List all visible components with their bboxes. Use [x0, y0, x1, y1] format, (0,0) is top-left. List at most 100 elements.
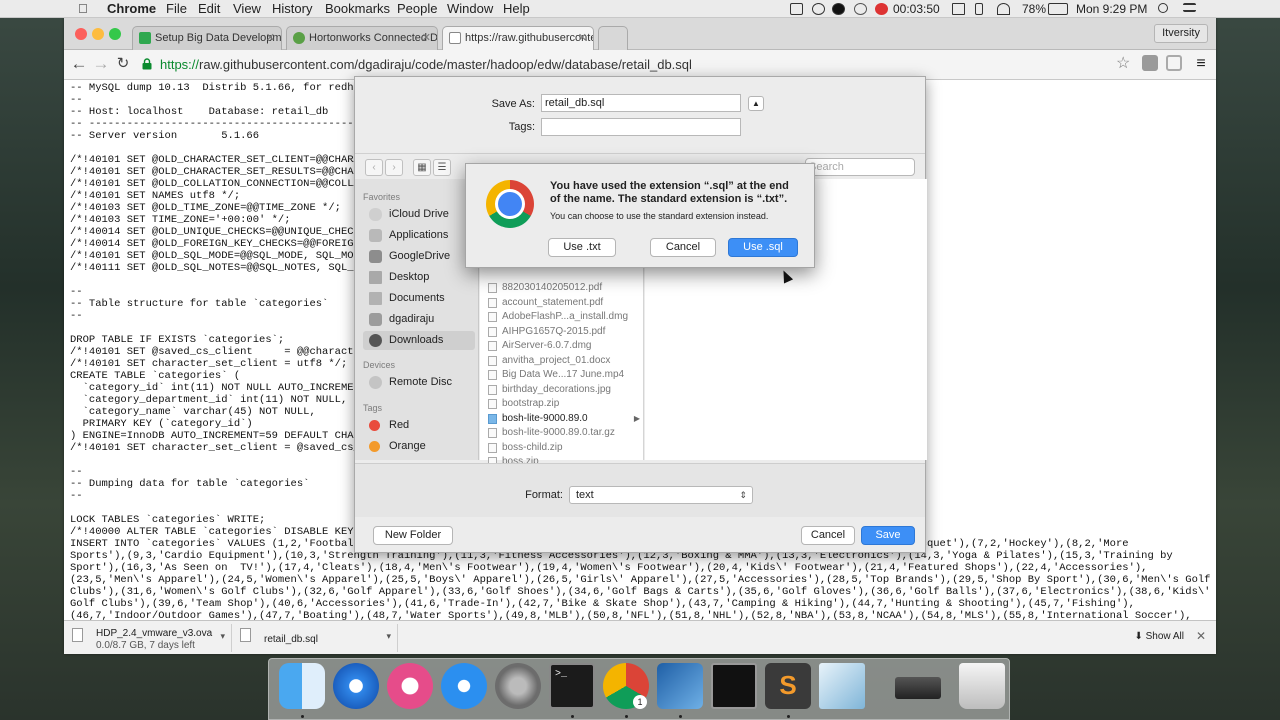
cancel-button[interactable]: Cancel	[801, 526, 855, 545]
show-all-button[interactable]: ⬇ Show All	[1134, 628, 1184, 646]
bookmark-star-icon[interactable]: ☆	[1116, 55, 1134, 73]
menu-window[interactable]: Window	[447, 0, 493, 18]
volume-icon[interactable]	[952, 3, 965, 15]
tab-hortonworks[interactable]: Hortonworks Connected Da ✕	[286, 26, 438, 50]
sidebar-item-remote-disc[interactable]: Remote Disc	[363, 373, 475, 392]
menu-clock[interactable]: Mon 9:29 PM	[1076, 0, 1147, 18]
file-item[interactable]: AirServer-6.0.7.dmg	[484, 339, 642, 353]
list-view-icon[interactable]: ☰	[433, 159, 451, 176]
wifi-icon[interactable]	[997, 3, 1010, 15]
file-item[interactable]: AdobeFlashP...a_install.dmg	[484, 310, 642, 324]
menu-bookmarks[interactable]: Bookmarks	[325, 0, 390, 18]
finder-icon[interactable]	[279, 663, 325, 709]
file-item[interactable]: Big Data We...17 June.mp4	[484, 368, 642, 382]
bluetooth-icon[interactable]	[975, 3, 983, 15]
file-item[interactable]: birthday_decorations.jpg	[484, 383, 642, 397]
menu-people[interactable]: People	[397, 0, 437, 18]
file-item[interactable]: 882030140205012.pdf	[484, 281, 642, 295]
screen-mirror-icon[interactable]	[790, 3, 803, 15]
record-icon[interactable]	[875, 3, 888, 15]
shazam-icon[interactable]	[832, 3, 845, 15]
running-indicator	[679, 715, 682, 718]
tab-raw-github[interactable]: https://raw.githubuserconte ✕	[442, 26, 594, 51]
new-folder-button[interactable]: New Folder	[373, 526, 453, 545]
menu-view[interactable]: View	[233, 0, 261, 18]
profile-button[interactable]: Itversity	[1154, 24, 1208, 43]
close-window-icon[interactable]	[75, 28, 87, 40]
folder-item[interactable]: bosh-lite-9000.89.0 ▶	[484, 412, 642, 426]
use-sql-button[interactable]: Use .sql	[728, 238, 798, 257]
back-chevron-icon[interactable]: ‹	[365, 159, 383, 176]
sidebar-item-icloud-drive[interactable]: iCloud Drive	[363, 205, 475, 224]
close-download-bar-icon[interactable]: ✕	[1196, 629, 1206, 643]
upload-icon[interactable]	[812, 3, 825, 15]
tab-setup-big-data[interactable]: Setup Big Data Developme ✕	[132, 26, 282, 50]
itunes-icon[interactable]	[387, 663, 433, 709]
alert-cancel-button[interactable]: Cancel	[650, 238, 716, 257]
forward-arrow-icon[interactable]: →	[90, 53, 112, 75]
file-item[interactable]: bootstrap.zip	[484, 397, 642, 411]
sidebar-tag-red[interactable]: Red	[363, 416, 475, 435]
search-field[interactable]: Search	[805, 158, 915, 176]
sublime-text-icon[interactable]: S	[765, 663, 811, 709]
file-item[interactable]: AIHPG1657Q-2015.pdf	[484, 325, 642, 339]
new-tab-button[interactable]	[598, 26, 628, 50]
reload-icon[interactable]: ↻	[112, 53, 134, 75]
zoom-window-icon[interactable]	[109, 28, 121, 40]
spotlight-icon[interactable]	[1158, 3, 1168, 13]
pause-icon[interactable]	[854, 3, 867, 15]
sidebar-item-dgadiraju[interactable]: dgadiraju	[363, 310, 475, 329]
system-preferences-icon[interactable]	[495, 663, 541, 709]
extension-icon[interactable]	[1166, 55, 1182, 71]
close-tab-icon[interactable]: ✕	[266, 27, 275, 49]
use-txt-button[interactable]: Use .txt	[548, 238, 616, 257]
menu-file[interactable]: File	[166, 0, 187, 18]
file-item[interactable]: boss-child.zip	[484, 441, 642, 455]
sidebar-tag-orange[interactable]: Orange	[363, 437, 475, 456]
save-as-field[interactable]: retail_db.sql	[541, 94, 741, 112]
battery-icon[interactable]	[1048, 3, 1068, 15]
menu-hamburger-icon[interactable]: ≡	[1192, 55, 1210, 73]
file-item[interactable]: bosh-lite-9000.89.0.tar.gz	[484, 426, 642, 440]
file-item[interactable]: account_statement.pdf	[484, 296, 642, 310]
menu-edit[interactable]: Edit	[198, 0, 220, 18]
sidebar-item-documents[interactable]: Documents	[363, 289, 475, 308]
icon-view-icon[interactable]: ▦	[413, 159, 431, 176]
safari-icon[interactable]	[333, 663, 379, 709]
close-tab-icon[interactable]: ✕	[578, 27, 587, 49]
menu-app-name[interactable]: Chrome	[107, 0, 156, 18]
sidebar-item-googledrive[interactable]: GoogleDrive	[363, 247, 475, 266]
stacks-icon[interactable]	[895, 677, 941, 699]
apple-icon[interactable]: 	[78, 0, 96, 18]
tags-field[interactable]	[541, 118, 741, 136]
back-arrow-icon[interactable]: ←	[68, 53, 90, 75]
virtualbox-icon[interactable]	[657, 663, 703, 709]
app-store-icon[interactable]	[441, 663, 487, 709]
format-select[interactable]: text ⇕	[569, 486, 753, 504]
download-item-hdp[interactable]: HDP_2.4_vmware_v3.ova 0.0/8.7 GB, 7 days…	[64, 624, 232, 652]
menu-history[interactable]: History	[272, 0, 312, 18]
menu-help[interactable]: Help	[503, 0, 530, 18]
chevron-down-icon[interactable]: ▾	[220, 631, 225, 642]
chevron-down-icon[interactable]: ▾	[386, 631, 391, 642]
minimize-window-icon[interactable]	[92, 28, 104, 40]
notification-center-icon[interactable]	[1183, 3, 1196, 12]
address-bar[interactable]: https://raw.githubusercontent.com/dgadir…	[138, 53, 1138, 76]
screen-recorder-icon[interactable]	[711, 663, 757, 709]
collapse-dialog-button[interactable]: ▲	[748, 96, 764, 111]
forward-chevron-icon[interactable]: ›	[385, 159, 403, 176]
extension-icon[interactable]	[1142, 55, 1158, 71]
page-favicon-icon	[449, 32, 461, 44]
sidebar-item-desktop[interactable]: Desktop	[363, 268, 475, 287]
close-tab-icon[interactable]: ✕	[422, 27, 431, 49]
trash-icon[interactable]	[959, 663, 1005, 709]
preview-icon[interactable]	[819, 663, 865, 709]
save-button[interactable]: Save	[861, 526, 915, 545]
sidebar-item-applications[interactable]: Applications	[363, 226, 475, 245]
sidebar-item-downloads[interactable]: Downloads	[363, 331, 475, 350]
file-name: AirServer-6.0.7.dmg	[502, 340, 592, 351]
file-icon	[488, 297, 497, 308]
terminal-icon[interactable]: >_	[549, 663, 595, 709]
download-item-retail-db[interactable]: retail_db.sql ▾	[232, 624, 398, 652]
file-item[interactable]: anvitha_project_01.docx	[484, 354, 642, 368]
